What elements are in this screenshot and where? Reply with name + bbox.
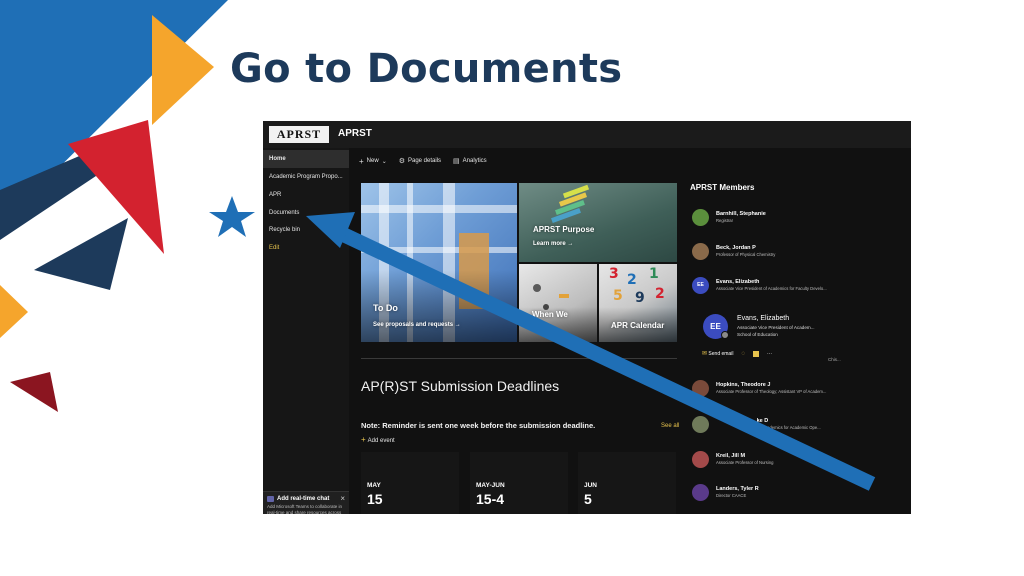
hovercard-actions: ✉ Send email ◌ ··· bbox=[702, 350, 772, 357]
avatar: EE bbox=[692, 277, 709, 294]
hero-tile-purpose[interactable]: APRST Purpose Learn more → bbox=[519, 183, 677, 262]
event-day: 15 bbox=[367, 491, 383, 507]
member-item[interactable]: Kreil, Jill M Associate Professor of Nur… bbox=[692, 451, 902, 471]
arrow-right-icon: → bbox=[567, 241, 574, 247]
tile-title: When We bbox=[532, 310, 568, 319]
hero-tile-todo[interactable]: To Do See proposals and requests → bbox=[361, 183, 517, 342]
chat-icon[interactable]: ◌ bbox=[741, 351, 745, 357]
event-month: MAY bbox=[367, 482, 381, 489]
chevron-down-icon: ⌄ bbox=[381, 158, 387, 165]
avatar bbox=[692, 451, 709, 468]
hovercard-more-text: Chis... bbox=[828, 357, 841, 362]
nav-item-documents[interactable]: Documents bbox=[263, 204, 349, 222]
tile-title: To Do bbox=[373, 303, 398, 313]
hero-tile-calendar[interactable]: 3 2 1 5 9 2 APR Calendar bbox=[599, 264, 677, 342]
plus-icon: + bbox=[359, 156, 364, 166]
event-month: MAY-JUN bbox=[476, 482, 505, 489]
events-section-title: AP(R)ST Submission Deadlines bbox=[361, 378, 560, 394]
hero-webpart: To Do See proposals and requests → APRST… bbox=[361, 183, 677, 342]
new-button[interactable]: + New ⌄ bbox=[359, 157, 387, 166]
navy-triangle bbox=[34, 218, 128, 290]
orange-triangle-left bbox=[0, 285, 28, 338]
tile-link[interactable]: See proposals and requests → bbox=[373, 322, 461, 328]
events-note: Note: Reminder is sent one week before t… bbox=[361, 421, 596, 430]
left-navigation: Home Academic Program Propo... APR Docum… bbox=[263, 148, 349, 514]
member-item[interactable]: ...ke D ...t of Academics for Academic O… bbox=[692, 416, 902, 436]
members-title: APRST Members bbox=[690, 183, 755, 192]
profile-hovercard: EE Evans, Elizabeth Associate Vice Presi… bbox=[690, 302, 850, 368]
site-header: APRST APRST bbox=[263, 121, 911, 148]
event-day: 5 bbox=[584, 491, 592, 507]
hovercard-department: School of Education bbox=[737, 332, 778, 337]
hero-tile-when[interactable]: When We bbox=[519, 264, 597, 342]
nav-item-home[interactable]: Home bbox=[263, 150, 349, 168]
more-options-icon[interactable]: ··· bbox=[767, 351, 772, 357]
site-title[interactable]: APRST bbox=[338, 128, 372, 139]
teams-icon bbox=[267, 496, 274, 502]
member-item[interactable]: Barnhill, Stephanie Registrar bbox=[692, 209, 902, 229]
hovercard-name[interactable]: Evans, Elizabeth bbox=[737, 315, 789, 322]
chat-description: Add Microsoft Teams to collaborate in re… bbox=[267, 504, 342, 514]
slide-title: Go to Documents bbox=[230, 46, 623, 92]
member-item[interactable]: Beck, Jordan P Professor of Physical Che… bbox=[692, 243, 902, 263]
page-details-button[interactable]: ⚙ Page details bbox=[399, 157, 441, 165]
tile-title: APRST Purpose bbox=[533, 225, 595, 234]
hovercard-title: Associate Vice President of Academ... bbox=[737, 325, 815, 330]
event-card[interactable]: JUN 5 bbox=[578, 452, 676, 514]
member-item[interactable]: Landers, Tyler R Director CAACE bbox=[692, 484, 902, 504]
avatar bbox=[692, 209, 709, 226]
member-item[interactable]: Hopkins, Theodore J Associate Professor … bbox=[692, 380, 902, 400]
site-logo[interactable]: APRST bbox=[269, 126, 329, 143]
tile-link[interactable]: Learn more → bbox=[533, 241, 573, 247]
send-email-button[interactable]: ✉ Send email bbox=[702, 350, 733, 357]
avatar bbox=[692, 243, 709, 260]
see-all-link[interactable]: See all bbox=[661, 423, 679, 429]
teams-chat-card[interactable]: Add real-time chat Add Microsoft Teams t… bbox=[263, 491, 349, 514]
analytics-icon: ▤ bbox=[453, 158, 460, 165]
chat-title: Add real-time chat bbox=[277, 496, 330, 502]
nav-item-academic-program-proposals[interactable]: Academic Program Propo... bbox=[263, 168, 349, 186]
section-divider bbox=[361, 358, 677, 359]
star-icon bbox=[209, 196, 255, 237]
event-card[interactable]: MAY-JUN 15-4 bbox=[470, 452, 568, 514]
mail-icon: ✉ bbox=[702, 351, 708, 357]
add-event-button[interactable]: + Add event bbox=[361, 435, 395, 444]
command-bar: + New ⌄ ⚙ Page details ▤ Analytics bbox=[359, 154, 487, 168]
plus-icon: + bbox=[361, 435, 366, 444]
avatar bbox=[692, 380, 709, 397]
nav-item-apr[interactable]: APR bbox=[263, 186, 349, 204]
event-day: 15-4 bbox=[476, 491, 505, 507]
avatar bbox=[692, 484, 709, 501]
dark-red-triangle bbox=[10, 372, 58, 412]
analytics-button[interactable]: ▤ Analytics bbox=[453, 157, 487, 165]
nav-edit-link[interactable]: Edit bbox=[263, 239, 349, 257]
linkedin-icon[interactable] bbox=[753, 350, 760, 357]
close-icon[interactable]: × bbox=[340, 494, 345, 503]
event-card[interactable]: MAY 15 bbox=[361, 452, 459, 514]
gear-icon: ⚙ bbox=[398, 158, 405, 165]
member-item[interactable]: EE Evans, Elizabeth Associate Vice Presi… bbox=[692, 277, 902, 297]
arrow-right-icon: → bbox=[454, 322, 461, 328]
avatar bbox=[692, 416, 709, 433]
sharepoint-screenshot: APRST APRST Home Academic Program Propo.… bbox=[263, 121, 911, 514]
event-month: JUN bbox=[584, 482, 598, 489]
avatar: EE bbox=[703, 314, 729, 339]
nav-item-recycle-bin[interactable]: Recycle bin bbox=[263, 221, 349, 239]
tile-title: APR Calendar bbox=[611, 321, 665, 330]
